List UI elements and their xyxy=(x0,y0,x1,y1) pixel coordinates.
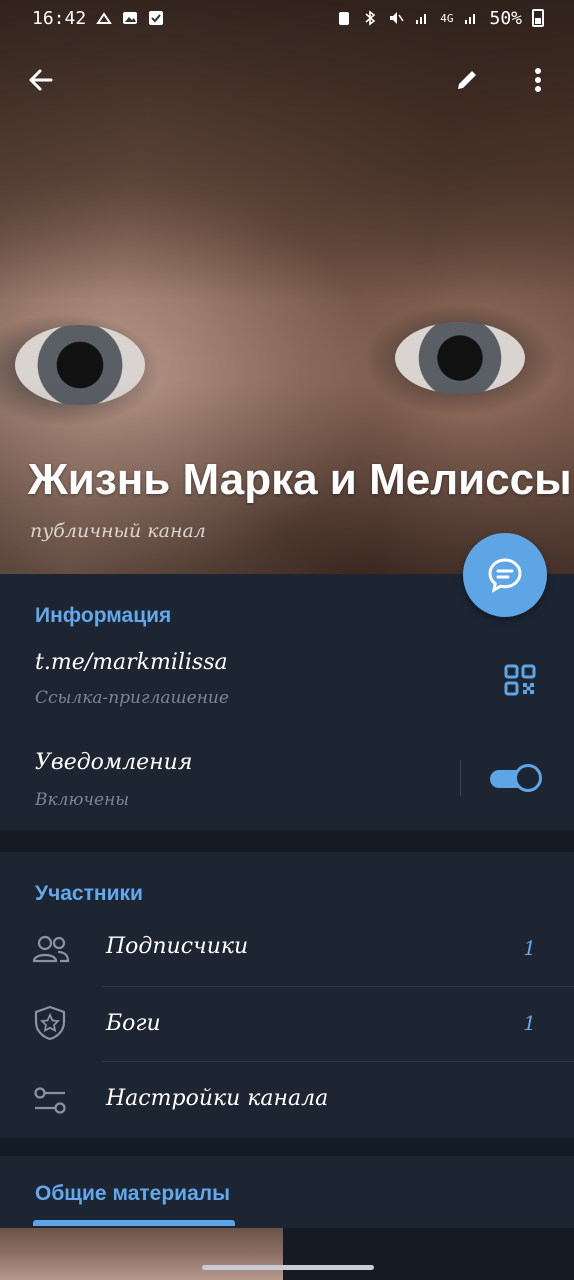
tab-indicator xyxy=(33,1220,235,1226)
section-heading-members: Участники xyxy=(35,882,143,905)
people-icon xyxy=(32,935,70,963)
admins-label: Боги xyxy=(106,1011,161,1036)
notifications-state: Включены xyxy=(35,790,130,810)
subscribers-label: Подписчики xyxy=(106,934,249,959)
signal-icon xyxy=(416,14,427,24)
media-thumbnail[interactable] xyxy=(0,1228,283,1280)
section-heading-info: Информация xyxy=(35,604,172,627)
home-indicator[interactable] xyxy=(202,1265,374,1270)
status-bar: 16:42 4G 50% xyxy=(0,0,574,36)
notifications-toggle[interactable] xyxy=(490,764,542,792)
notifications-label: Уведомления xyxy=(35,750,193,775)
open-chat-button[interactable] xyxy=(463,533,547,617)
top-action-bar xyxy=(0,50,574,110)
qr-code-icon xyxy=(504,664,536,696)
mute-icon xyxy=(390,12,404,24)
invite-link-row[interactable]: t.me/markmilissa Ссылка-приглашение xyxy=(0,644,574,724)
shared-media-section: Общие материалы xyxy=(0,1156,574,1228)
cover-hair-shading xyxy=(0,0,574,300)
channel-settings-label: Настройки канала xyxy=(106,1086,329,1111)
gallery-icon xyxy=(123,12,138,24)
invite-link[interactable]: t.me/markmilissa xyxy=(35,650,228,675)
channel-type: публичный канал xyxy=(30,520,206,542)
channel-settings-row[interactable]: Настройки канала xyxy=(0,1062,574,1136)
edit-button[interactable] xyxy=(443,56,491,104)
notifications-row[interactable]: Уведомления Включены xyxy=(0,744,574,824)
back-arrow-icon xyxy=(29,69,53,91)
invite-link-caption: Ссылка-приглашение xyxy=(35,688,229,708)
notification-icon xyxy=(96,12,113,24)
chat-icon xyxy=(488,558,522,593)
toggle-separator xyxy=(460,760,461,796)
battery-saver-icon xyxy=(339,12,350,25)
status-time: 16:42 xyxy=(32,7,87,29)
shield-star-icon xyxy=(34,1005,66,1041)
more-options-button[interactable] xyxy=(514,56,562,104)
admins-row[interactable]: Боги 1 xyxy=(0,987,574,1061)
back-button[interactable] xyxy=(17,56,65,104)
signal-icon-2 xyxy=(465,14,476,24)
battery-icon xyxy=(532,9,544,27)
battery-percent: 50% xyxy=(489,7,522,29)
subscribers-row[interactable]: Подписчики 1 xyxy=(0,912,574,986)
section-gap xyxy=(0,830,574,852)
network-type: 4G xyxy=(440,11,454,25)
admins-count: 1 xyxy=(523,1011,536,1035)
shared-media-tab[interactable]: Общие материалы xyxy=(35,1182,230,1206)
section-gap-2 xyxy=(0,1138,574,1156)
bluetooth-icon xyxy=(365,10,376,26)
check-icon xyxy=(149,11,164,25)
subscribers-count: 1 xyxy=(523,936,536,960)
more-vert-icon xyxy=(535,68,541,92)
sliders-icon xyxy=(34,1087,66,1114)
toggle-knob xyxy=(514,764,542,792)
channel-title: Жизнь Марка и Мелиссы xyxy=(28,455,572,504)
qr-code-button[interactable] xyxy=(504,664,536,696)
members-section: Участники Подписчики 1 Боги 1 Настройки … xyxy=(0,852,574,1138)
pencil-icon xyxy=(458,71,476,89)
